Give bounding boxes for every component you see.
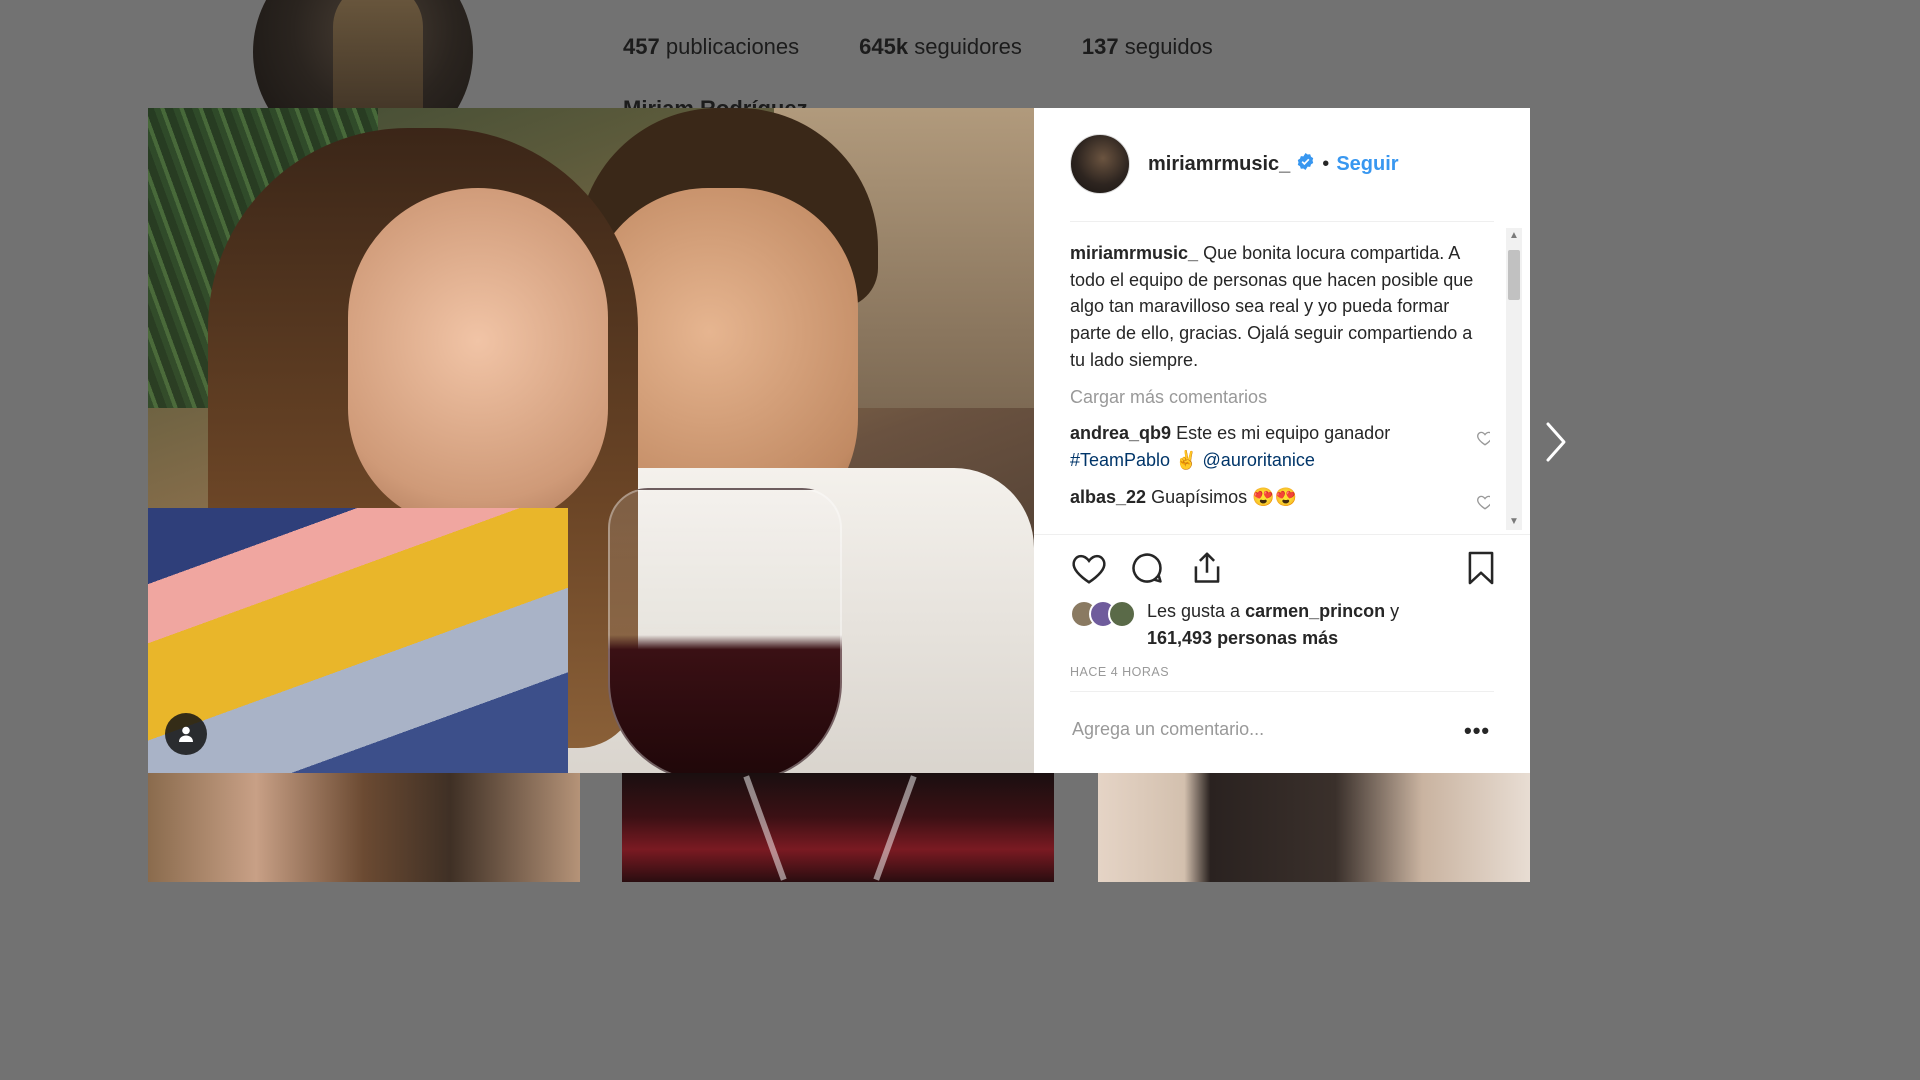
mention-link[interactable]: @auroritanice	[1203, 450, 1315, 470]
grid-thumbnail[interactable]	[1098, 773, 1530, 882]
comments-list: miriamrmusic_ Que bonita locura comparti…	[1070, 240, 1490, 532]
post-side-panel: miriamrmusic_ • Seguir miriamrmusic_ Que…	[1034, 108, 1530, 773]
grid-thumbnail[interactable]	[622, 773, 1054, 882]
post-username[interactable]: miriamrmusic_	[1148, 153, 1290, 176]
following-count[interactable]: 137 seguidos	[1082, 34, 1213, 60]
comments-scrollbar[interactable]: ▲ ▼	[1506, 228, 1522, 530]
bookmark-icon[interactable]	[1462, 549, 1500, 592]
scroll-up-arrow-icon[interactable]: ▲	[1508, 230, 1520, 242]
separator-dot: •	[1322, 152, 1330, 175]
more-options-button[interactable]: •••	[1464, 718, 1490, 744]
comment-like-heart-icon[interactable]	[1476, 428, 1490, 455]
post-timestamp[interactable]: HACE 4 HORAS	[1070, 665, 1169, 679]
comment-username[interactable]: albas_22	[1070, 487, 1146, 507]
liker-username: carmen_princon	[1245, 601, 1386, 621]
heart-icon[interactable]	[1070, 549, 1108, 592]
hashtag-link[interactable]: #TeamPablo	[1070, 450, 1170, 470]
likes-summary: Les gusta a carmen_princon y 161,493 per…	[1070, 598, 1467, 651]
posts-count[interactable]: 457 publicaciones	[623, 34, 799, 60]
post-actions	[1070, 549, 1500, 589]
caption-username[interactable]: miriamrmusic_	[1070, 243, 1198, 263]
likes-count: 161,493 personas más	[1147, 627, 1339, 648]
post-caption: miriamrmusic_ Que bonita locura comparti…	[1070, 240, 1490, 374]
grid-thumbnail[interactable]	[148, 773, 580, 882]
avatar[interactable]	[1070, 134, 1130, 194]
list-item: andrea_qb9 Este es mi equipo ganador #Te…	[1070, 420, 1490, 473]
liker-avatars	[1070, 600, 1136, 628]
verified-badge-icon	[1296, 152, 1315, 176]
comment-username[interactable]: andrea_qb9	[1070, 423, 1171, 443]
victory-hand-emoji: ✌	[1175, 449, 1198, 470]
user-tag-icon[interactable]	[165, 713, 207, 755]
follow-button[interactable]: Seguir	[1336, 153, 1398, 176]
scroll-down-arrow-icon[interactable]: ▼	[1508, 516, 1520, 528]
followers-count[interactable]: 645k seguidores	[859, 34, 1022, 60]
likes-text[interactable]: Les gusta a carmen_princon y 161,493 per…	[1147, 598, 1467, 651]
post-header: miriamrmusic_ • Seguir	[1070, 134, 1399, 194]
comment-like-heart-icon[interactable]	[1476, 492, 1490, 519]
chevron-right-icon[interactable]	[1544, 420, 1568, 464]
add-comment-input[interactable]	[1070, 718, 1444, 741]
list-item: albas_22 Guapísimos 😍😍	[1070, 484, 1490, 511]
post-photo[interactable]	[148, 108, 1034, 773]
comment-bubble-icon[interactable]	[1128, 549, 1166, 592]
scroll-thumb[interactable]	[1508, 250, 1520, 300]
profile-stats: 457 publicaciones 645k seguidores 137 se…	[623, 34, 1213, 60]
share-icon[interactable]	[1188, 549, 1226, 592]
load-more-comments-button[interactable]: Cargar más comentarios	[1070, 384, 1490, 411]
